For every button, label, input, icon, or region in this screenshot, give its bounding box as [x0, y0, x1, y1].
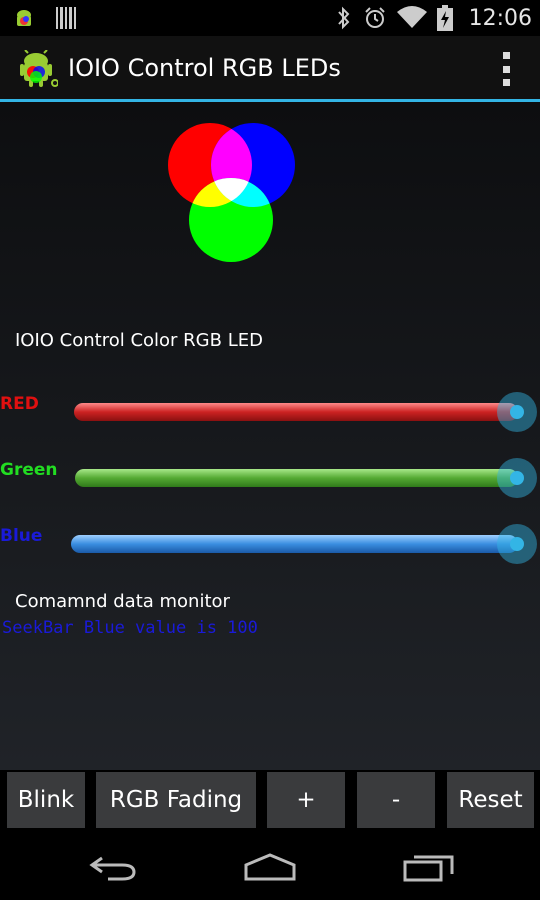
status-bar: 12:06 — [0, 0, 540, 36]
green-seekbar-thumb[interactable] — [497, 458, 537, 498]
blue-label: Blue — [0, 526, 43, 546]
blue-seekbar-thumb[interactable] — [497, 524, 537, 564]
red-seekbar-track — [74, 403, 518, 421]
monitor-text: SeekBar Blue value is 100 — [2, 618, 258, 638]
overflow-menu-icon[interactable] — [500, 52, 512, 86]
main-content: IOIO Control Color RGB LED RED Green Blu… — [0, 102, 540, 770]
red-seekbar-thumb[interactable] — [497, 392, 537, 432]
blink-button[interactable]: Blink — [7, 772, 85, 828]
barcode-icon — [56, 7, 76, 29]
status-time: 12:06 — [468, 5, 532, 31]
navigation-bar — [0, 832, 540, 900]
reset-button[interactable]: Reset — [447, 772, 534, 828]
plus-button[interactable]: + — [267, 772, 345, 828]
monitor-label: Comamnd data monitor — [15, 591, 230, 612]
action-bar: IOIO Control RGB LEDs — [0, 36, 540, 102]
bluetooth-icon — [337, 6, 349, 30]
back-icon[interactable] — [88, 852, 138, 882]
alarm-icon — [364, 7, 385, 28]
subtitle: IOIO Control Color RGB LED — [15, 330, 263, 351]
blue-seekbar-track — [71, 535, 518, 553]
button-bar: Blink RGB Fading + - Reset — [0, 770, 540, 832]
green-label: Green — [0, 460, 58, 480]
rgb-fading-button[interactable]: RGB Fading — [96, 772, 256, 828]
battery-charging-icon — [436, 5, 453, 31]
android-notification-icon — [17, 10, 31, 26]
minus-button[interactable]: - — [357, 772, 435, 828]
recent-apps-icon[interactable] — [402, 852, 456, 882]
app-title: IOIO Control RGB LEDs — [68, 54, 341, 82]
red-label: RED — [0, 394, 39, 414]
app-icon[interactable] — [18, 50, 58, 88]
rgb-venn-image — [168, 123, 295, 262]
wifi-icon — [396, 6, 427, 28]
home-icon[interactable] — [242, 852, 298, 882]
green-seekbar-track — [75, 469, 518, 487]
